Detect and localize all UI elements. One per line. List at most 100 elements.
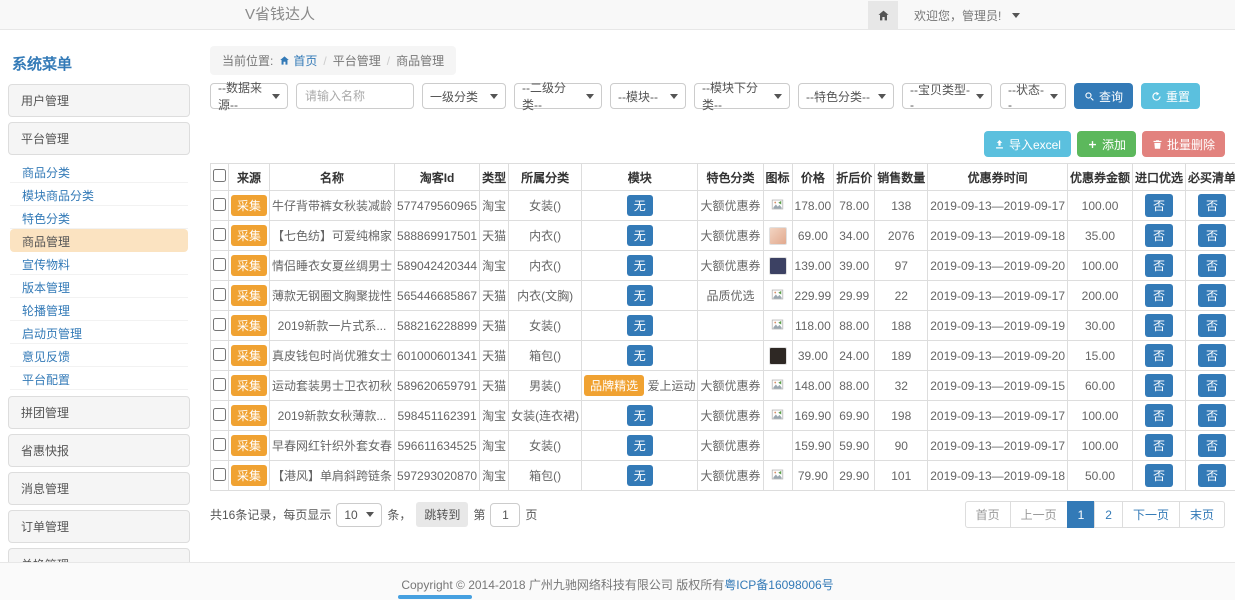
must-buy-toggle[interactable]: 否	[1198, 254, 1226, 277]
import-select-toggle[interactable]: 否	[1145, 464, 1173, 487]
coupon-amount-cell: 15.00	[1068, 341, 1133, 371]
discount-price-cell: 29.90	[834, 461, 875, 491]
import-excel-button[interactable]: 导入excel	[984, 131, 1071, 157]
source-badge: 采集	[231, 225, 267, 246]
import-select-toggle[interactable]: 否	[1145, 224, 1173, 247]
must-buy-toggle[interactable]: 否	[1198, 284, 1226, 307]
table-row: 采集牛仔背带裤女秋装减龄...577479560965淘宝女装()无大额优惠券1…	[211, 191, 1235, 221]
table-row: 采集2019新款女秋薄款...598451162391淘宝女装(连衣裙)无大额优…	[211, 401, 1235, 431]
sidebar-item-宣传物料[interactable]: 宣传物料	[10, 252, 188, 275]
pager: 首页上一页12下一页末页	[965, 501, 1225, 528]
sidebar-sections: 用户管理平台管理商品分类模块商品分类特色分类商品管理宣传物料版本管理轮播管理启动…	[8, 84, 190, 581]
jump-page-input[interactable]	[490, 503, 520, 527]
import-select-toggle[interactable]: 否	[1145, 404, 1173, 427]
sidebar-section-订单管理[interactable]: 订单管理	[8, 510, 190, 543]
sidebar-item-启动页管理[interactable]: 启动页管理	[10, 321, 188, 344]
category-cell: 女装(连衣裙)	[509, 401, 582, 431]
user-menu[interactable]: 欢迎您，管理员!	[914, 7, 1020, 24]
must-buy-toggle-cell: 否	[1186, 461, 1235, 491]
import-select-toggle[interactable]: 否	[1145, 254, 1173, 277]
row-select-cell	[211, 221, 229, 251]
reset-button[interactable]: 重置	[1141, 83, 1200, 109]
jump-to-button[interactable]: 跳转到	[416, 502, 468, 527]
row-checkbox[interactable]	[213, 348, 226, 361]
add-button[interactable]: 添加	[1077, 131, 1136, 157]
sidebar-section-消息管理[interactable]: 消息管理	[8, 472, 190, 505]
import-select-toggle[interactable]: 否	[1145, 284, 1173, 307]
filter-level2-select[interactable]: --二级分类--	[514, 83, 602, 109]
sidebar-item-版本管理[interactable]: 版本管理	[10, 275, 188, 298]
price-cell: 69.00	[792, 221, 834, 251]
feature-cell: 大额优惠券	[698, 371, 763, 401]
sidebar-submenu: 商品分类模块商品分类特色分类商品管理宣传物料版本管理轮播管理启动页管理意见反馈平…	[8, 160, 190, 394]
pager-button-1[interactable]: 1	[1067, 501, 1096, 528]
sidebar-item-轮播管理[interactable]: 轮播管理	[10, 298, 188, 321]
sales-cell: 188	[875, 311, 928, 341]
filter-feature-select[interactable]: --特色分类--	[798, 83, 894, 109]
must-buy-toggle[interactable]: 否	[1198, 344, 1226, 367]
must-buy-toggle[interactable]: 否	[1198, 404, 1226, 427]
must-buy-toggle[interactable]: 否	[1198, 224, 1226, 247]
icp-link[interactable]: 粤ICP备16098006号	[724, 578, 833, 592]
table-header: 来源名称淘客Id类型所属分类模块特色分类图标价格折后价销售数量优惠券时间优惠券金…	[211, 164, 1235, 191]
coupon-time-cell: 2019-09-13—2019-09-17	[928, 191, 1068, 221]
must-buy-toggle[interactable]: 否	[1198, 194, 1226, 217]
must-buy-toggle[interactable]: 否	[1198, 464, 1226, 487]
icon-cell	[763, 311, 792, 341]
filter-item-type-select[interactable]: --宝贝类型--	[902, 83, 992, 109]
name-cell: 早春网红针织外套女春...	[270, 431, 395, 461]
row-checkbox[interactable]	[213, 318, 226, 331]
row-checkbox[interactable]	[213, 228, 226, 241]
must-buy-toggle[interactable]: 否	[1198, 314, 1226, 337]
must-buy-toggle[interactable]: 否	[1198, 374, 1226, 397]
feature-cell: 大额优惠券	[698, 431, 763, 461]
filter-level1-select[interactable]: 一级分类	[422, 83, 506, 109]
pager-button-下一页[interactable]: 下一页	[1122, 501, 1180, 528]
query-button[interactable]: 查询	[1074, 83, 1133, 109]
name-search-input[interactable]	[296, 83, 414, 109]
page-size-select[interactable]: 10	[336, 503, 382, 527]
sidebar-section-平台管理[interactable]: 平台管理	[8, 122, 190, 155]
must-buy-toggle[interactable]: 否	[1198, 434, 1226, 457]
column-header-来源: 来源	[229, 164, 270, 191]
column-header-模块: 模块	[582, 164, 698, 191]
sidebar-section-省惠快报[interactable]: 省惠快报	[8, 434, 190, 467]
pager-button-2[interactable]: 2	[1094, 501, 1123, 528]
filter-status-select[interactable]: --状态--	[1000, 83, 1066, 109]
sidebar-item-特色分类[interactable]: 特色分类	[10, 206, 188, 229]
pager-button-末页[interactable]: 末页	[1179, 501, 1225, 528]
row-checkbox[interactable]	[213, 288, 226, 301]
sidebar-item-模块商品分类[interactable]: 模块商品分类	[10, 183, 188, 206]
sidebar-heading: 系统菜单	[8, 45, 190, 84]
home-icon	[279, 55, 290, 66]
row-checkbox[interactable]	[213, 258, 226, 271]
filter-status-value: --状态--	[1008, 81, 1044, 112]
row-checkbox[interactable]	[213, 408, 226, 421]
import-select-toggle[interactable]: 否	[1145, 374, 1173, 397]
batch-delete-button[interactable]: 批量删除	[1142, 131, 1225, 157]
row-checkbox[interactable]	[213, 198, 226, 211]
filter-source-select[interactable]: --数据来源--	[210, 83, 288, 109]
sidebar-item-商品管理[interactable]: 商品管理	[10, 229, 188, 252]
import-select-toggle[interactable]: 否	[1145, 344, 1173, 367]
module-badge: 无	[627, 315, 653, 336]
upload-icon	[994, 139, 1005, 150]
row-checkbox[interactable]	[213, 378, 226, 391]
sidebar-section-拼团管理[interactable]: 拼团管理	[8, 396, 190, 429]
import-select-toggle[interactable]: 否	[1145, 194, 1173, 217]
batch-delete-label: 批量删除	[1167, 136, 1215, 153]
sidebar-item-平台配置[interactable]: 平台配置	[10, 367, 188, 390]
topbar-home-button[interactable]	[868, 1, 898, 30]
row-checkbox[interactable]	[213, 468, 226, 481]
filter-module-select[interactable]: --模块--	[610, 83, 686, 109]
filter-module-sub-select[interactable]: --模块下分类--	[694, 83, 790, 109]
horizontal-scrollbar-thumb[interactable]	[398, 595, 472, 599]
row-checkbox[interactable]	[213, 438, 226, 451]
import-select-toggle[interactable]: 否	[1145, 314, 1173, 337]
sidebar-item-意见反馈[interactable]: 意见反馈	[10, 344, 188, 367]
select-all-checkbox[interactable]	[213, 169, 226, 182]
breadcrumb-home-link[interactable]: 首页	[279, 52, 317, 69]
sidebar-item-商品分类[interactable]: 商品分类	[10, 160, 188, 183]
import-select-toggle[interactable]: 否	[1145, 434, 1173, 457]
sidebar-section-用户管理[interactable]: 用户管理	[8, 84, 190, 117]
